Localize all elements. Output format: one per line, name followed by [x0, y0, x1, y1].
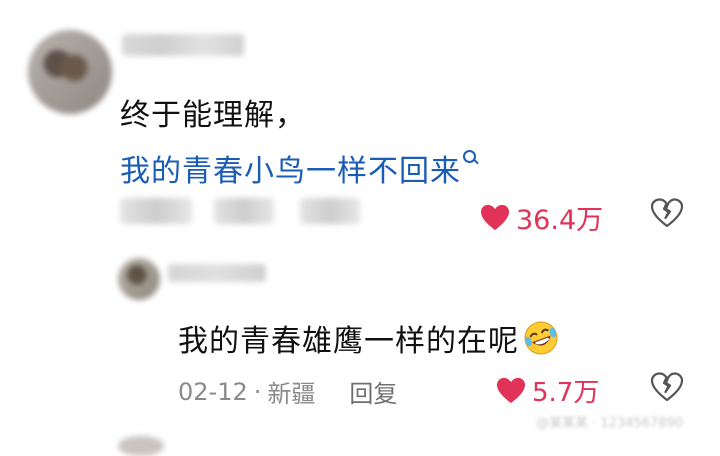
comment-meta-blurred: [214, 198, 274, 224]
reply-meta: 02-12 · 新疆 回复: [178, 374, 397, 409]
meta-separator: ·: [253, 377, 262, 406]
laughing-crying-emoji: [524, 321, 558, 355]
broken-heart-icon[interactable]: [650, 372, 684, 402]
search-icon[interactable]: [463, 150, 477, 164]
username-blurred[interactable]: [122, 34, 244, 56]
avatar[interactable]: [28, 30, 112, 114]
comment-text-line2[interactable]: 我的青春小鸟一样不回来: [120, 146, 461, 190]
reply-avatar[interactable]: [118, 258, 160, 300]
reply-button-blurred[interactable]: [300, 198, 360, 224]
reply-like-button[interactable]: 5.7万: [496, 372, 599, 409]
reply-username-blurred[interactable]: [168, 264, 266, 282]
comment-text-line1: 终于能理解，: [120, 98, 306, 133]
like-count: 36.4万: [516, 205, 604, 236]
comment-meta-blurred: [120, 198, 192, 224]
next-avatar-partial: [118, 436, 164, 456]
heart-icon[interactable]: [496, 377, 526, 405]
reply-date: 02-12: [178, 377, 248, 406]
reply-comment: 我的青春雄鹰一样的在呢: [178, 316, 561, 360]
reply-button[interactable]: 回复: [349, 374, 397, 409]
like-button[interactable]: 36.4万: [480, 198, 603, 237]
reply-location: 新疆: [267, 380, 316, 408]
broken-heart-icon[interactable]: [650, 198, 684, 228]
comment-search-link[interactable]: 我的青春小鸟一样不回来: [120, 146, 477, 190]
reply-like-count: 5.7万: [532, 378, 600, 408]
reply-text: 我的青春雄鹰一样的在呢: [178, 324, 519, 359]
heart-icon[interactable]: [480, 204, 510, 232]
watermark-blurred: @某某某 · 1234567890: [536, 416, 684, 431]
